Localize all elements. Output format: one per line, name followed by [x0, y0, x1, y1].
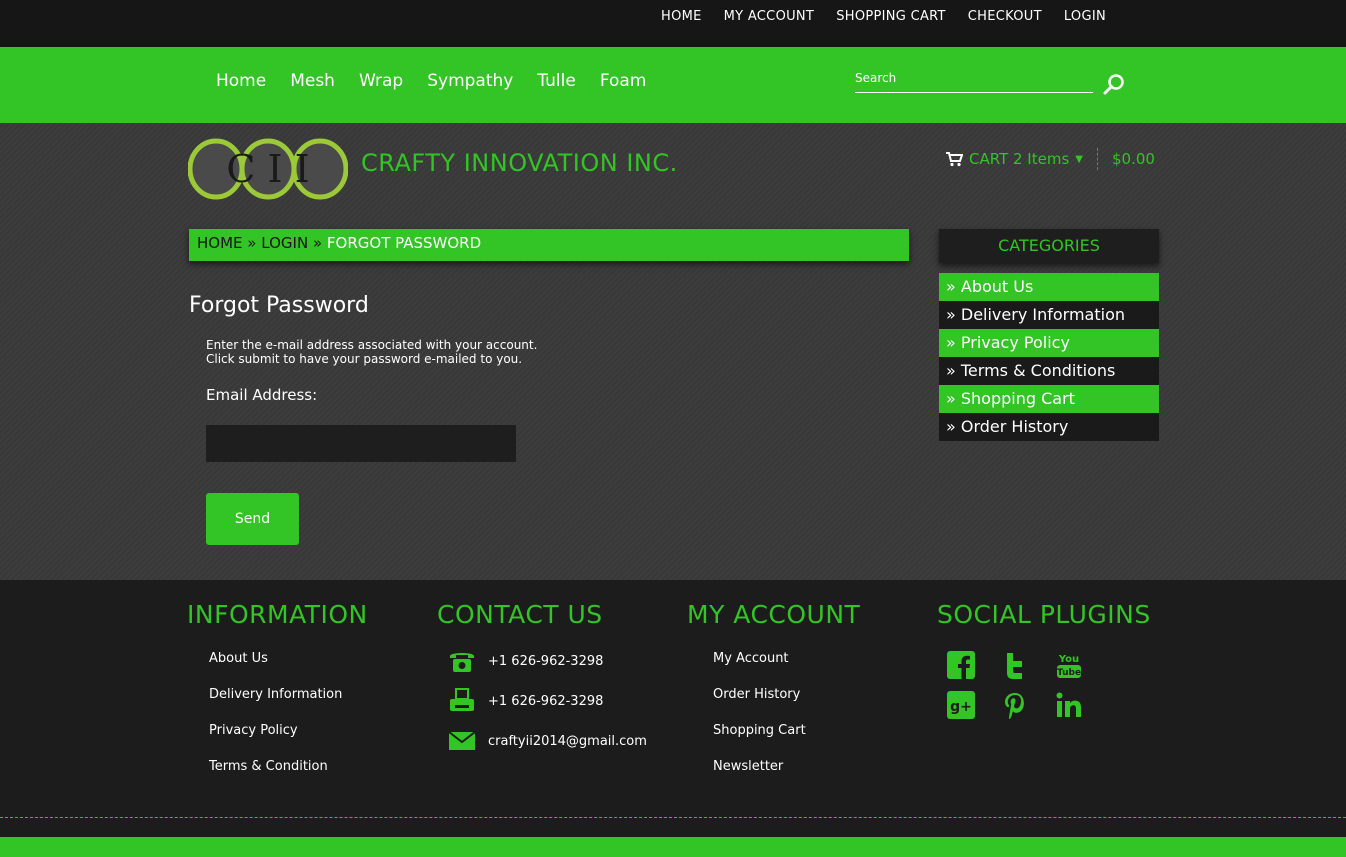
main-content: C I I CRAFTY INNOVATION INC. CART 2 Item…	[0, 123, 1346, 580]
nav-item-wrap[interactable]: Wrap	[359, 71, 403, 91]
logo-letters: C I I	[226, 147, 309, 191]
footer-heading: SOCIAL PLUGINS	[937, 600, 1151, 629]
nav-item-sympathy[interactable]: Sympathy	[427, 71, 513, 91]
twitter-icon[interactable]	[1001, 651, 1029, 679]
footer-divider	[0, 817, 1346, 818]
top-bar: HOME MY ACCOUNT SHOPPING CART CHECKOUT L…	[0, 0, 1346, 47]
brand-name[interactable]: CRAFTY INNOVATION INC.	[361, 149, 678, 177]
category-item-about-us[interactable]: » About Us	[939, 273, 1159, 301]
categories-title: CATEGORIES	[939, 229, 1159, 263]
footer-link-my-account[interactable]: My Account	[713, 651, 860, 687]
fax-icon	[450, 688, 474, 711]
instruction-line: Enter the e-mail address associated with…	[206, 338, 538, 352]
top-link-home[interactable]: HOME	[661, 9, 702, 24]
footer-link-newsletter[interactable]: Newsletter	[713, 759, 860, 795]
footer-heading: MY ACCOUNT	[687, 600, 861, 629]
contact-phone-text: +1 626-962-3298	[488, 653, 604, 669]
main-nav: Home Mesh Wrap Sympathy Tulle Foam	[0, 47, 1346, 123]
category-item-order-history[interactable]: » Order History	[939, 413, 1159, 441]
social-icons: You Tube g+	[947, 651, 1151, 719]
category-item-delivery-information[interactable]: » Delivery Information	[939, 301, 1159, 329]
chevron-down-icon: ▼	[1075, 153, 1083, 165]
google-plus-icon[interactable]: g+	[947, 691, 975, 719]
search-icon[interactable]	[1102, 72, 1126, 96]
footer-heading: INFORMATION	[187, 600, 368, 629]
cart-divider	[1096, 148, 1098, 170]
top-link-my-account[interactable]: MY ACCOUNT	[724, 9, 815, 24]
category-item-privacy-policy[interactable]: » Privacy Policy	[939, 329, 1159, 357]
phone-icon	[450, 653, 474, 672]
search-box	[855, 67, 1093, 93]
footer-link-terms-condition[interactable]: Terms & Condition	[209, 759, 368, 795]
form-instructions: Enter the e-mail address associated with…	[206, 338, 537, 366]
svg-text:g+: g+	[950, 699, 972, 715]
breadcrumb-home[interactable]: HOME	[197, 234, 243, 252]
email-field[interactable]	[206, 425, 516, 462]
email-label: Email Address:	[206, 386, 318, 404]
nav-item-tulle[interactable]: Tulle	[537, 71, 575, 91]
footer-link-about-us[interactable]: About Us	[209, 651, 368, 687]
top-link-login[interactable]: LOGIN	[1064, 9, 1106, 24]
footer-information: INFORMATION About Us Delivery Informatio…	[187, 600, 368, 795]
breadcrumb: HOME » LOGIN » FORGOT PASSWORD	[189, 229, 909, 261]
cart-icon	[946, 152, 963, 167]
pinterest-icon[interactable]	[1001, 691, 1029, 719]
linkedin-icon[interactable]	[1055, 691, 1083, 719]
top-link-checkout[interactable]: CHECKOUT	[968, 9, 1042, 24]
breadcrumb-separator: »	[312, 234, 323, 252]
footer-link-shopping-cart[interactable]: Shopping Cart	[713, 723, 860, 759]
categories-list: » About Us » Delivery Information » Priv…	[939, 273, 1159, 441]
contact-email: craftyii2014@gmail.com	[448, 721, 647, 761]
facebook-icon[interactable]	[947, 651, 975, 679]
footer-social: SOCIAL PLUGINS You Tube g+	[937, 600, 1151, 719]
search-input[interactable]	[855, 67, 1085, 89]
cart-total: $0.00	[1111, 150, 1155, 168]
category-item-terms-conditions[interactable]: » Terms & Conditions	[939, 357, 1159, 385]
svg-text:Tube: Tube	[1057, 668, 1081, 678]
footer-link-privacy-policy[interactable]: Privacy Policy	[209, 723, 368, 759]
breadcrumb-separator: »	[247, 234, 257, 252]
nav-menu: Home Mesh Wrap Sympathy Tulle Foam	[216, 71, 646, 91]
footer-link-order-history[interactable]: Order History	[713, 687, 860, 723]
footer-heading: CONTACT US	[437, 600, 603, 629]
bottom-bar	[0, 837, 1346, 857]
send-button[interactable]: Send	[206, 493, 299, 545]
contact-phone: +1 626-962-3298	[448, 641, 647, 681]
footer: INFORMATION About Us Delivery Informatio…	[0, 580, 1346, 857]
instruction-line: Click submit to have your password e-mai…	[206, 352, 523, 366]
nav-item-mesh[interactable]: Mesh	[290, 71, 335, 91]
page-title: Forgot Password	[189, 293, 369, 318]
top-link-shopping-cart[interactable]: SHOPPING CART	[836, 9, 946, 24]
top-links: HOME MY ACCOUNT SHOPPING CART CHECKOUT L…	[661, 9, 1106, 24]
breadcrumb-login[interactable]: LOGIN	[261, 234, 308, 252]
contact-email-text[interactable]: craftyii2014@gmail.com	[488, 734, 647, 749]
youtube-icon[interactable]: You Tube	[1055, 651, 1083, 679]
nav-item-foam[interactable]: Foam	[600, 71, 647, 91]
cart-widget[interactable]: CART 2 Items ▼ $0.00	[945, 148, 1155, 170]
footer-my-account: MY ACCOUNT My Account Order History Shop…	[687, 600, 860, 795]
svg-text:You: You	[1058, 654, 1079, 665]
mail-icon	[448, 731, 476, 750]
cart-label: CART 2 Items	[969, 150, 1070, 168]
breadcrumb-current: FORGOT PASSWORD	[326, 234, 482, 252]
company-logo[interactable]: C I I	[188, 136, 348, 202]
contact-fax: +1 626-962-3298	[448, 681, 647, 721]
category-item-shopping-cart[interactable]: » Shopping Cart	[939, 385, 1159, 413]
contact-fax-text: +1 626-962-3298	[488, 693, 604, 709]
nav-item-home[interactable]: Home	[216, 71, 266, 91]
footer-link-delivery-information[interactable]: Delivery Information	[209, 687, 368, 723]
footer-contact: CONTACT US +1 626-962-3298 +1 626-962-32…	[437, 600, 647, 761]
